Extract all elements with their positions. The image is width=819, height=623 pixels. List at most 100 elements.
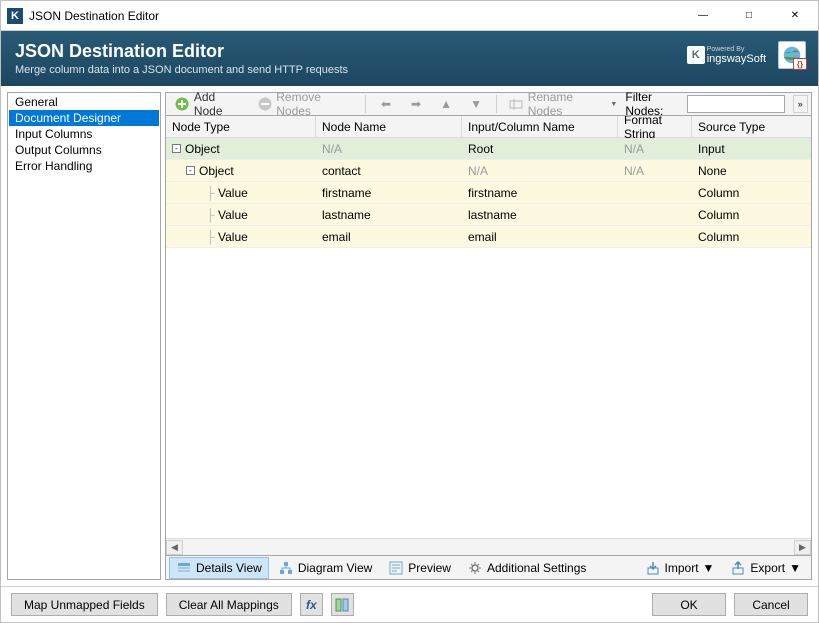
expand-toolbar-button[interactable]: »	[793, 95, 808, 113]
table-row[interactable]: ├ValuelastnamelastnameColumn	[166, 204, 811, 226]
tree-grid-header: Node Type Node Name Input/Column Name Fo…	[166, 116, 811, 138]
table-row[interactable]: -ObjectcontactN/AN/ANone	[166, 160, 811, 182]
tree-grid-body: -ObjectN/ARootN/AInput-ObjectcontactN/AN…	[166, 138, 811, 538]
json-braces-icon: {}	[793, 58, 807, 70]
export-icon	[730, 560, 746, 576]
chevron-down-icon: ▼	[703, 561, 715, 575]
col-format[interactable]: Format String	[618, 116, 692, 137]
powered-by-label: Powered By	[707, 46, 766, 53]
footer: Map Unmapped Fields Clear All Mappings f…	[1, 586, 818, 622]
maximize-button[interactable]: □	[726, 1, 772, 31]
preview-button[interactable]: Preview	[381, 557, 458, 579]
table-row[interactable]: ├ValuefirstnamefirstnameColumn	[166, 182, 811, 204]
diagram-view-button[interactable]: Diagram View	[271, 557, 379, 579]
format-cell[interactable]	[618, 226, 692, 247]
filter-nodes-label: Filter Nodes:	[625, 90, 682, 118]
sidebar-nav: General Document Designer Input Columns …	[7, 92, 161, 580]
node-type-cell[interactable]: ├Value	[166, 226, 316, 247]
window-title: JSON Destination Editor	[29, 9, 680, 23]
filter-nodes-input[interactable]	[687, 95, 785, 113]
node-name-cell[interactable]: N/A	[316, 138, 462, 159]
brand-name: ingswaySoft	[707, 53, 766, 65]
banner-subtitle: Merge column data into a JSON document a…	[15, 64, 348, 76]
minimize-button[interactable]: —	[680, 1, 726, 31]
banner-title: JSON Destination Editor	[15, 41, 348, 62]
node-type-cell[interactable]: -Object	[166, 160, 316, 181]
move-up-button[interactable]: ▲	[432, 93, 460, 115]
tree-branch-icon: ├	[206, 208, 218, 222]
sidebar-item-output-columns[interactable]: Output Columns	[9, 142, 159, 158]
designer-panel: Add Node Remove Nodes ⬅ ➡ ▲ ▼ Rename Nod…	[165, 92, 812, 580]
node-name-cell[interactable]: lastname	[316, 204, 462, 225]
node-type-text: Value	[218, 230, 248, 244]
scroll-left-button[interactable]: ◀	[166, 540, 183, 555]
table-row[interactable]: ├ValueemailemailColumn	[166, 226, 811, 248]
additional-settings-label: Additional Settings	[487, 561, 586, 575]
scroll-right-button[interactable]: ▶	[794, 540, 811, 555]
col-node-name[interactable]: Node Name	[316, 116, 462, 137]
format-cell[interactable]: N/A	[618, 138, 692, 159]
move-down-button[interactable]: ▼	[462, 93, 490, 115]
input-col-cell[interactable]: firstname	[462, 182, 618, 203]
details-view-icon	[176, 560, 192, 576]
source-cell[interactable]: Column	[692, 182, 811, 203]
details-view-label: Details View	[196, 561, 262, 575]
node-name-cell[interactable]: contact	[316, 160, 462, 181]
expression-button[interactable]: fx	[300, 593, 323, 616]
tree-toggle[interactable]: -	[172, 144, 181, 153]
input-col-cell[interactable]: lastname	[462, 204, 618, 225]
tree-branch-icon: ├	[206, 230, 218, 244]
preview-label: Preview	[408, 561, 451, 575]
input-col-cell[interactable]: Root	[462, 138, 618, 159]
move-up-icon: ▲	[438, 96, 454, 112]
col-source[interactable]: Source Type	[692, 116, 811, 137]
format-cell[interactable]	[618, 182, 692, 203]
horizontal-scrollbar[interactable]: ◀ ▶	[166, 538, 811, 555]
header-banner: JSON Destination Editor Merge column dat…	[1, 31, 818, 86]
node-type-cell[interactable]: ├Value	[166, 204, 316, 225]
source-cell[interactable]: None	[692, 160, 811, 181]
node-name-cell[interactable]: email	[316, 226, 462, 247]
col-input[interactable]: Input/Column Name	[462, 116, 618, 137]
map-unmapped-button[interactable]: Map Unmapped Fields	[11, 593, 158, 616]
sidebar-item-error-handling[interactable]: Error Handling	[9, 158, 159, 174]
node-type-text: Value	[218, 186, 248, 200]
indent-button[interactable]: ➡	[402, 93, 430, 115]
clear-mappings-button[interactable]: Clear All Mappings	[166, 593, 292, 616]
outdent-button[interactable]: ⬅	[372, 93, 400, 115]
ok-button[interactable]: OK	[652, 593, 726, 616]
outdent-icon: ⬅	[378, 96, 394, 112]
sidebar-item-general[interactable]: General	[9, 94, 159, 110]
col-node-type[interactable]: Node Type	[166, 116, 316, 137]
format-cell[interactable]	[618, 204, 692, 225]
export-label: Export	[750, 561, 785, 575]
source-cell[interactable]: Column	[692, 204, 811, 225]
sidebar-item-input-columns[interactable]: Input Columns	[9, 126, 159, 142]
export-button[interactable]: Export ▼	[723, 557, 808, 579]
additional-settings-button[interactable]: Additional Settings	[460, 557, 593, 579]
cancel-button[interactable]: Cancel	[734, 593, 808, 616]
gear-icon	[467, 560, 483, 576]
preview-icon	[388, 560, 404, 576]
import-button[interactable]: Import ▼	[638, 557, 722, 579]
tree-branch-icon: ├	[206, 186, 218, 200]
tree-toggle[interactable]: -	[186, 166, 195, 175]
close-button[interactable]: ✕	[772, 1, 818, 31]
source-cell[interactable]: Column	[692, 226, 811, 247]
sidebar-item-document-designer[interactable]: Document Designer	[9, 110, 159, 126]
node-type-cell[interactable]: -Object	[166, 138, 316, 159]
toolbar-divider	[496, 95, 497, 113]
source-cell[interactable]: Input	[692, 138, 811, 159]
node-type-text: Value	[218, 208, 248, 222]
diagram-view-icon	[278, 560, 294, 576]
node-type-cell[interactable]: ├Value	[166, 182, 316, 203]
input-col-cell[interactable]: N/A	[462, 160, 618, 181]
input-col-cell[interactable]: email	[462, 226, 618, 247]
scroll-track[interactable]	[183, 540, 794, 555]
json-globe-icon: {}	[778, 41, 806, 69]
table-row[interactable]: -ObjectN/ARootN/AInput	[166, 138, 811, 160]
column-edit-button[interactable]	[331, 593, 354, 616]
format-cell[interactable]: N/A	[618, 160, 692, 181]
node-name-cell[interactable]: firstname	[316, 182, 462, 203]
details-view-button[interactable]: Details View	[169, 557, 269, 579]
